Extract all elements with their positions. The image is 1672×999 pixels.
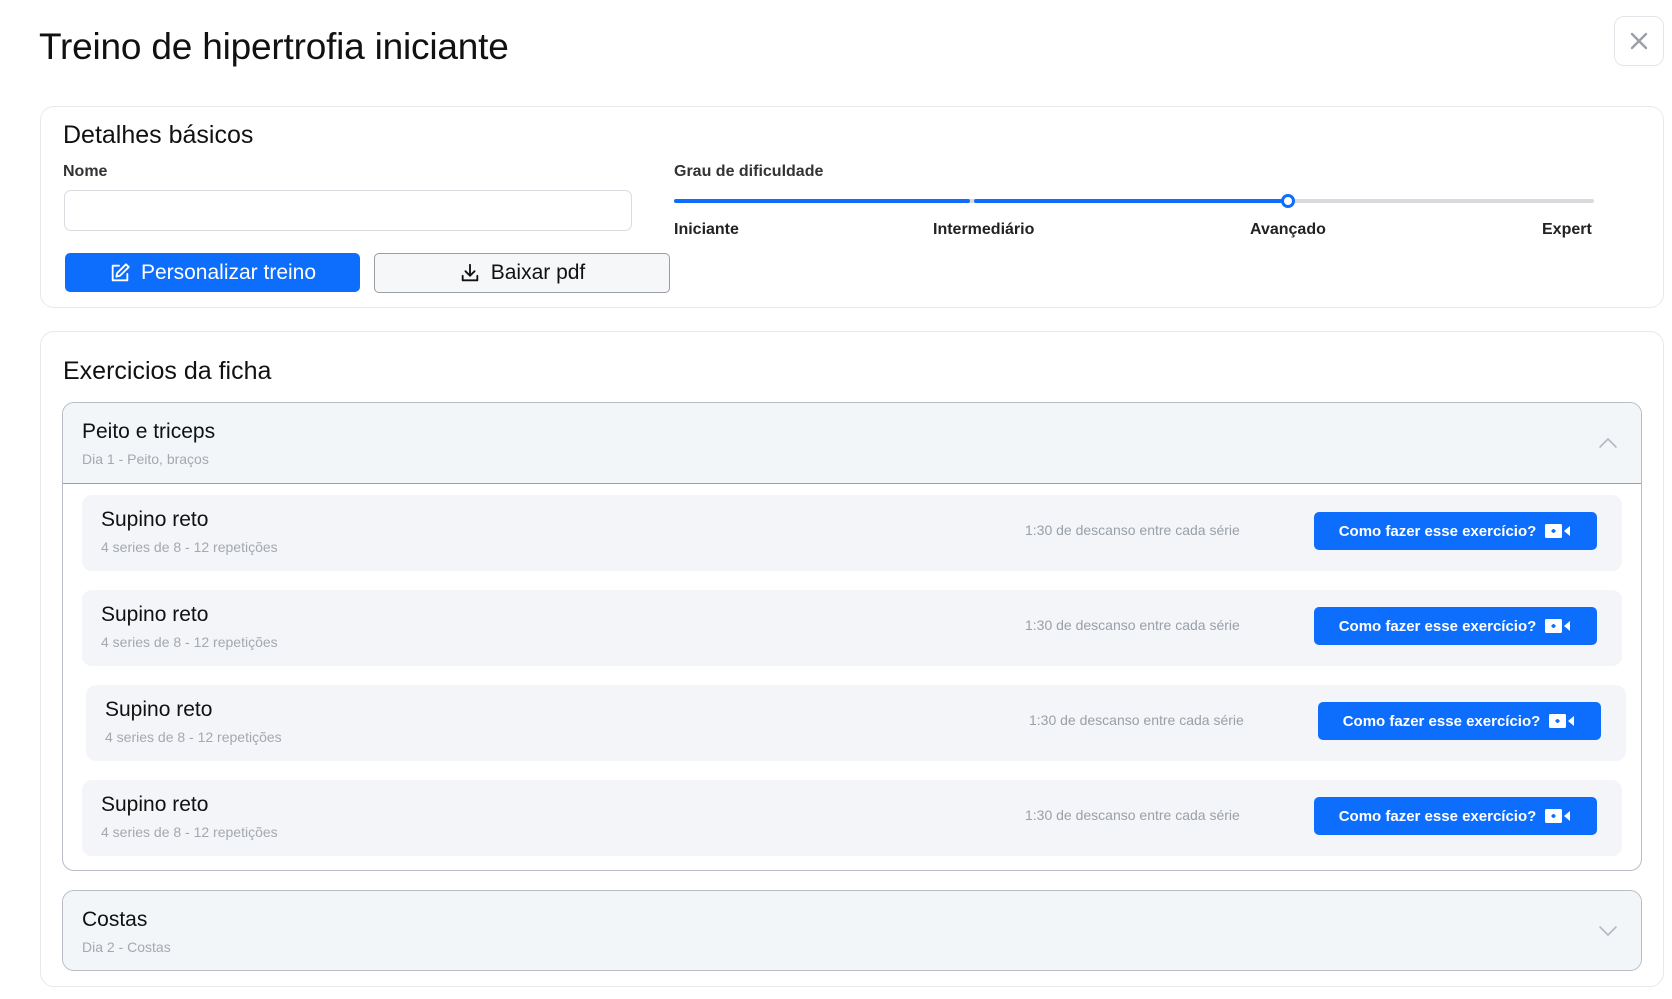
chevron-down-icon[interactable] <box>1597 920 1619 942</box>
exercise-detail: 4 series de 8 - 12 repetições <box>101 634 278 650</box>
chevron-up-icon[interactable] <box>1597 432 1619 454</box>
download-icon <box>461 263 478 282</box>
exercise-row: Supino reto 4 series de 8 - 12 repetiçõe… <box>82 590 1622 666</box>
workout-group-back: Costas Dia 2 - Costas <box>62 890 1642 971</box>
exercise-row: Supino reto 4 series de 8 - 12 repetiçõe… <box>82 780 1622 856</box>
how-to-exercise-button[interactable]: Como fazer esse exercício? <box>1314 512 1597 550</box>
group-header[interactable]: Costas Dia 2 - Costas <box>63 891 1641 970</box>
group-subtitle: Dia 1 - Peito, braços <box>82 451 209 467</box>
exercise-rest: 1:30 de descanso entre cada série <box>1029 712 1244 728</box>
how-to-exercise-label: Como fazer esse exercício? <box>1338 522 1537 540</box>
slider-fill-segment-1 <box>674 199 970 203</box>
video-camera-icon <box>1545 619 1571 633</box>
download-pdf-button[interactable]: Baixar pdf <box>374 253 670 293</box>
group-header[interactable]: Peito e triceps Dia 1 - Peito, braços <box>63 403 1641 483</box>
how-to-exercise-label: Como fazer esse exercício? <box>1342 712 1541 730</box>
how-to-exercise-button[interactable]: Como fazer esse exercício? <box>1318 702 1601 740</box>
name-label: Nome <box>63 163 108 180</box>
level-expert[interactable]: Expert <box>1542 221 1592 239</box>
video-camera-icon <box>1545 524 1571 538</box>
exercise-name: Supino reto <box>101 603 209 626</box>
video-camera-icon <box>1549 714 1575 728</box>
exercise-name: Supino reto <box>101 508 209 531</box>
exercises-card: Exercicios da ficha Peito e triceps Dia … <box>40 331 1664 987</box>
level-avancado[interactable]: Avançado <box>1250 221 1326 239</box>
name-input[interactable] <box>64 190 632 231</box>
group-subtitle: Dia 2 - Costas <box>82 939 171 955</box>
exercise-detail: 4 series de 8 - 12 repetições <box>101 539 278 555</box>
difficulty-slider[interactable]: Iniciante Intermediário Avançado Expert <box>674 169 1594 239</box>
exercise-detail: 4 series de 8 - 12 repetições <box>105 729 282 745</box>
basic-details-title: Detalhes básicos <box>63 121 254 149</box>
exercises-title: Exercicios da ficha <box>63 357 272 385</box>
close-icon <box>1630 32 1648 50</box>
group-title: Peito e triceps <box>82 420 216 443</box>
exercise-row: Supino reto 4 series de 8 - 12 repetiçõe… <box>82 495 1622 571</box>
video-camera-icon <box>1545 809 1571 823</box>
how-to-exercise-label: Como fazer esse exercício? <box>1338 807 1537 825</box>
close-button[interactable] <box>1614 16 1664 66</box>
how-to-exercise-label: Como fazer esse exercício? <box>1338 617 1537 635</box>
how-to-exercise-button[interactable]: Como fazer esse exercício? <box>1314 607 1597 645</box>
exercise-name: Supino reto <box>105 698 213 721</box>
how-to-exercise-button[interactable]: Como fazer esse exercício? <box>1314 797 1597 835</box>
exercise-rest: 1:30 de descanso entre cada série <box>1025 617 1240 633</box>
group-title: Costas <box>82 908 148 931</box>
customize-workout-button[interactable]: Personalizar treino <box>65 253 360 292</box>
exercise-row: Supino reto 4 series de 8 - 12 repetiçõe… <box>86 685 1626 761</box>
customize-workout-label: Personalizar treino <box>140 260 317 284</box>
basic-details-card: Detalhes básicos Nome Personalizar trein… <box>40 106 1664 308</box>
page-title: Treino de hipertrofia iniciante <box>39 26 509 67</box>
exercise-rest: 1:30 de descanso entre cada série <box>1025 807 1240 823</box>
download-pdf-label: Baixar pdf <box>490 261 586 284</box>
exercise-name: Supino reto <box>101 793 209 816</box>
edit-icon <box>111 262 130 281</box>
level-iniciante[interactable]: Iniciante <box>674 221 739 239</box>
exercise-detail: 4 series de 8 - 12 repetições <box>101 824 278 840</box>
exercise-rest: 1:30 de descanso entre cada série <box>1025 522 1240 538</box>
slider-fill-segment-2 <box>974 199 1282 203</box>
slider-thumb[interactable] <box>1281 194 1295 208</box>
workout-group-chest-triceps: Peito e triceps Dia 1 - Peito, braços Su… <box>62 402 1642 871</box>
group-divider <box>63 483 1641 484</box>
level-intermediario[interactable]: Intermediário <box>933 221 1034 239</box>
